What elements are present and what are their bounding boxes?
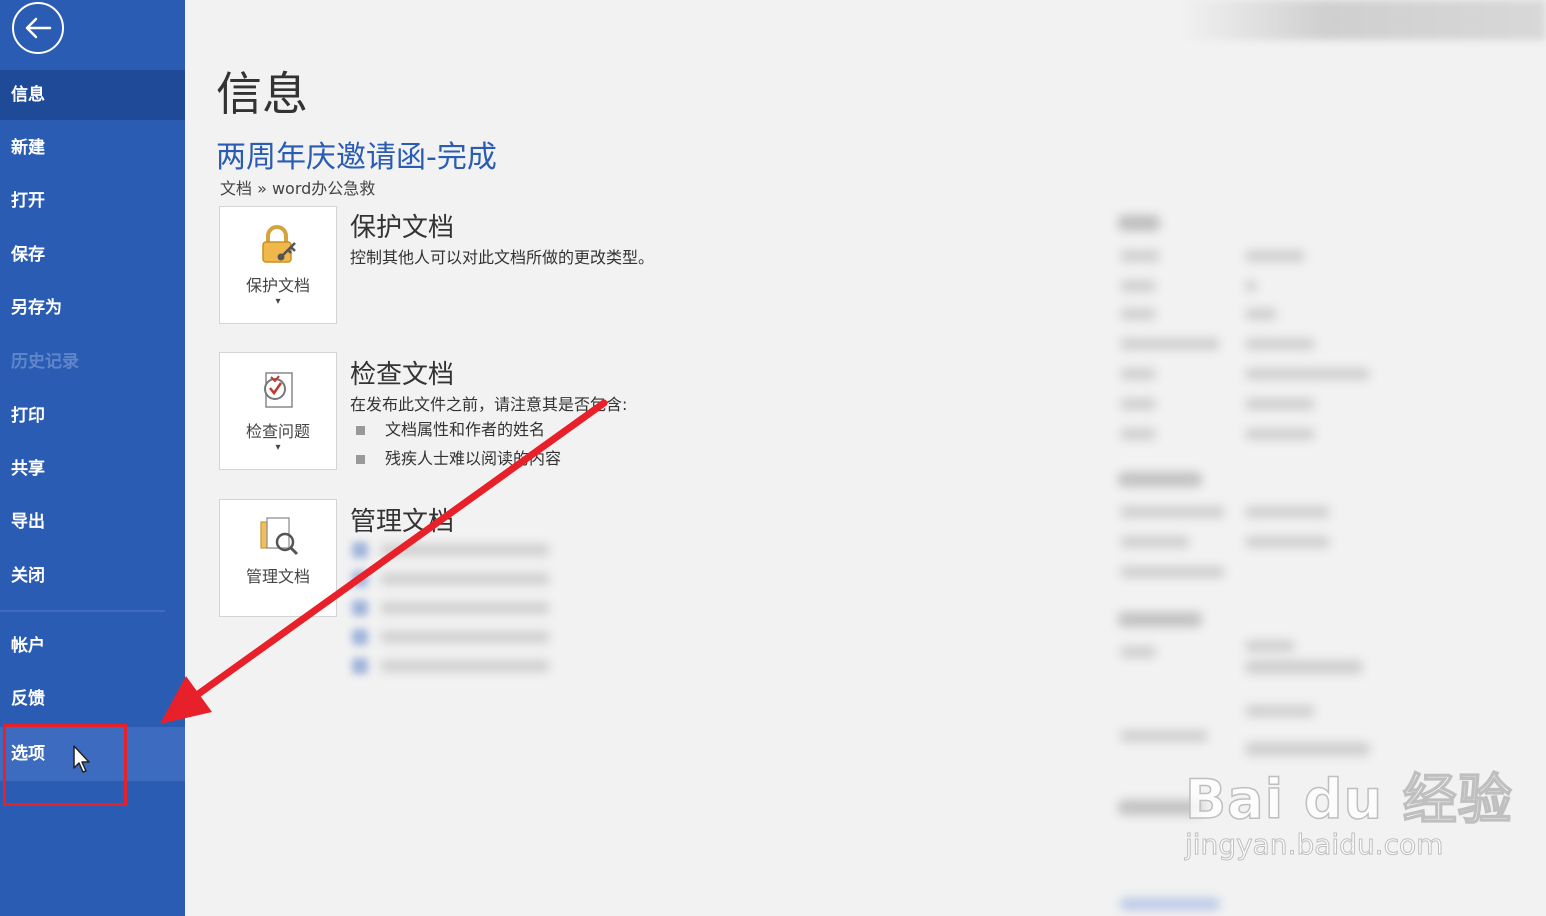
baidu-jingyan-watermark: Bai du 经验 jingyan.baidu.com (1184, 755, 1513, 861)
watermark-logo: Bai du 经验 (1184, 767, 1513, 832)
